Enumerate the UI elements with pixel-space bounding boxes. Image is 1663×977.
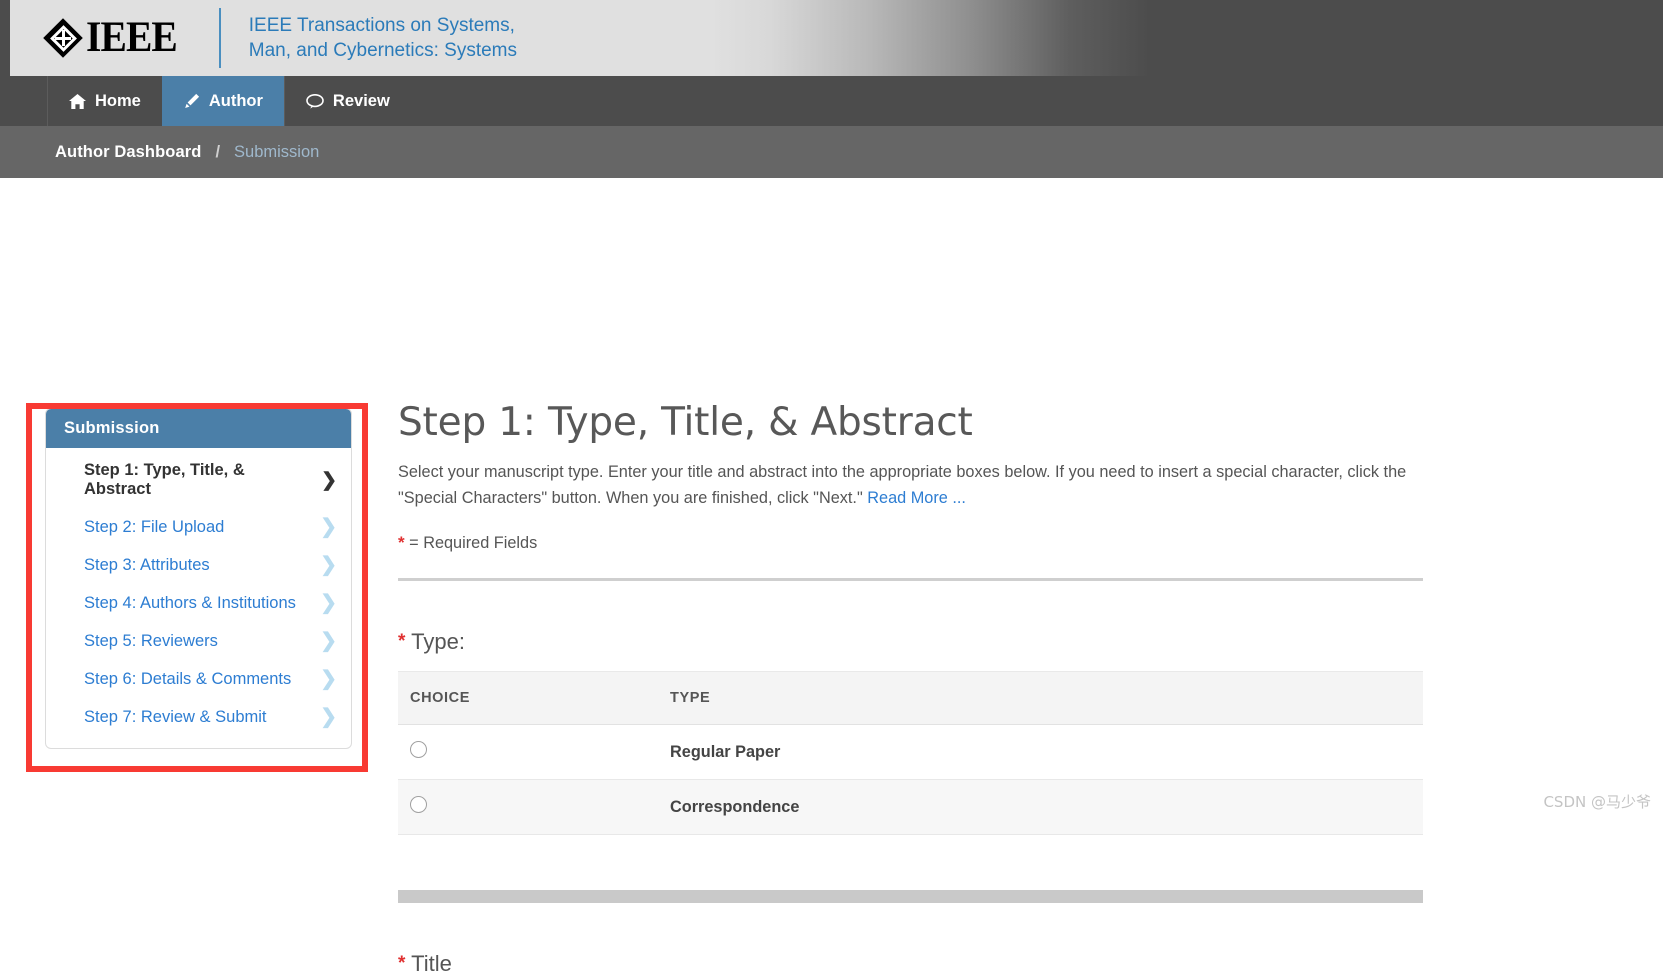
tab-author-label: Author xyxy=(208,91,263,110)
type-cell: Regular Paper xyxy=(658,724,1423,780)
required-asterisk: * xyxy=(398,533,405,552)
main-navigation: Home Author Review xyxy=(0,76,1663,126)
breadcrumb-current: Author Dashboard xyxy=(55,142,202,161)
watermark: CSDN @马少爷 xyxy=(1543,793,1651,811)
submission-steps-panel: Submission Step 1: Type, Title, & Abstra… xyxy=(45,408,352,749)
sidebar-item-step-4[interactable]: Step 4: Authors & Institutions ❯ xyxy=(46,584,351,622)
chevron-right-icon: ❯ xyxy=(320,592,337,614)
column-header-type: TYPE xyxy=(658,671,1423,725)
chevron-right-icon: ❯ xyxy=(321,469,337,491)
type-field-label: * Type: xyxy=(398,629,1423,655)
chevron-right-icon: ❯ xyxy=(320,554,337,576)
speech-bubble-icon xyxy=(306,93,324,109)
required-asterisk: * xyxy=(398,953,406,974)
chevron-right-icon: ❯ xyxy=(320,668,337,690)
journal-title: IEEE Transactions on Systems, Man, and C… xyxy=(249,13,517,63)
chevron-right-icon: ❯ xyxy=(320,630,337,652)
sidebar-item-label: Step 6: Details & Comments xyxy=(84,669,292,688)
title-field-label: * Title xyxy=(398,951,1423,977)
home-icon xyxy=(69,93,86,109)
manuscript-type-table: CHOICE TYPE Regular Paper Correspondence xyxy=(398,671,1423,835)
breadcrumb: Author Dashboard / Submission xyxy=(0,126,1663,178)
page-body: Submission Step 1: Type, Title, & Abstra… xyxy=(0,178,1663,976)
sidebar-item-step-5[interactable]: Step 5: Reviewers ❯ xyxy=(46,622,351,660)
sidebar-item-label: Step 4: Authors & Institutions xyxy=(84,593,296,612)
pencil-icon xyxy=(183,93,200,109)
ieee-logo: IEEE xyxy=(42,0,185,76)
table-header-row: CHOICE TYPE xyxy=(398,671,1423,725)
page-title: Step 1: Type, Title, & Abstract xyxy=(398,400,973,445)
masthead-divider xyxy=(218,8,221,68)
tab-home-label: Home xyxy=(95,91,141,110)
tab-review[interactable]: Review xyxy=(283,76,411,126)
instructions-text: Select your manuscript type. Enter your … xyxy=(398,459,1423,511)
masthead: IEEE IEEE Transactions on Systems, Man, … xyxy=(0,0,1663,76)
sidebar-item-label: Step 3: Attributes xyxy=(84,555,210,574)
horizontal-scrollbar[interactable] xyxy=(398,890,1423,903)
main-content: Step 1: Type, Title, & Abstract Select y… xyxy=(398,400,1423,977)
radio-regular-paper[interactable] xyxy=(410,741,427,758)
column-header-choice: CHOICE xyxy=(398,671,658,725)
required-fields-label: = Required Fields xyxy=(409,534,538,552)
breadcrumb-separator: / xyxy=(215,142,221,161)
table-row: Correspondence xyxy=(398,779,1423,835)
journal-title-line2: Man, and Cybernetics: Systems xyxy=(248,40,517,61)
type-label-text: Type: xyxy=(411,629,465,654)
sidebar-item-label: Step 7: Review & Submit xyxy=(84,707,267,726)
chevron-right-icon: ❯ xyxy=(320,706,337,728)
section-divider xyxy=(398,578,1423,581)
ieee-wordmark: IEEE xyxy=(86,14,178,61)
submission-steps-header: Submission xyxy=(46,409,351,448)
required-asterisk: * xyxy=(398,631,406,652)
choice-cell xyxy=(398,724,658,780)
title-label-text: Title xyxy=(411,951,452,976)
required-fields-note: * = Required Fields xyxy=(398,533,1423,553)
table-row: Regular Paper xyxy=(398,724,1423,780)
sidebar-item-label: Step 1: Type, Title, & Abstract xyxy=(84,461,245,498)
tab-review-label: Review xyxy=(332,91,390,110)
radio-correspondence[interactable] xyxy=(410,796,427,813)
chevron-right-icon: ❯ xyxy=(320,516,337,538)
choice-cell xyxy=(398,779,658,835)
ieee-diamond-icon xyxy=(42,17,84,59)
sidebar-item-step-6[interactable]: Step 6: Details & Comments ❯ xyxy=(46,660,351,698)
journal-title-line1: IEEE Transactions on Systems, xyxy=(248,15,515,36)
sidebar-item-label: Step 5: Reviewers xyxy=(84,631,218,650)
sidebar-item-step-7[interactable]: Step 7: Review & Submit ❯ xyxy=(46,698,351,736)
read-more-link[interactable]: Read More ... xyxy=(867,489,966,507)
sidebar-item-step-2[interactable]: Step 2: File Upload ❯ xyxy=(46,508,351,546)
tab-author[interactable]: Author xyxy=(161,76,284,126)
sidebar-item-step-1[interactable]: Step 1: Type, Title, & Abstract ❯ xyxy=(46,452,351,508)
sidebar-item-step-3[interactable]: Step 3: Attributes ❯ xyxy=(46,546,351,584)
tab-home[interactable]: Home xyxy=(47,76,162,126)
submission-steps-list: Step 1: Type, Title, & Abstract ❯ Step 2… xyxy=(46,448,351,748)
breadcrumb-link-submission[interactable]: Submission xyxy=(234,143,319,162)
type-cell: Correspondence xyxy=(658,779,1423,835)
sidebar-item-label: Step 2: File Upload xyxy=(84,517,225,536)
